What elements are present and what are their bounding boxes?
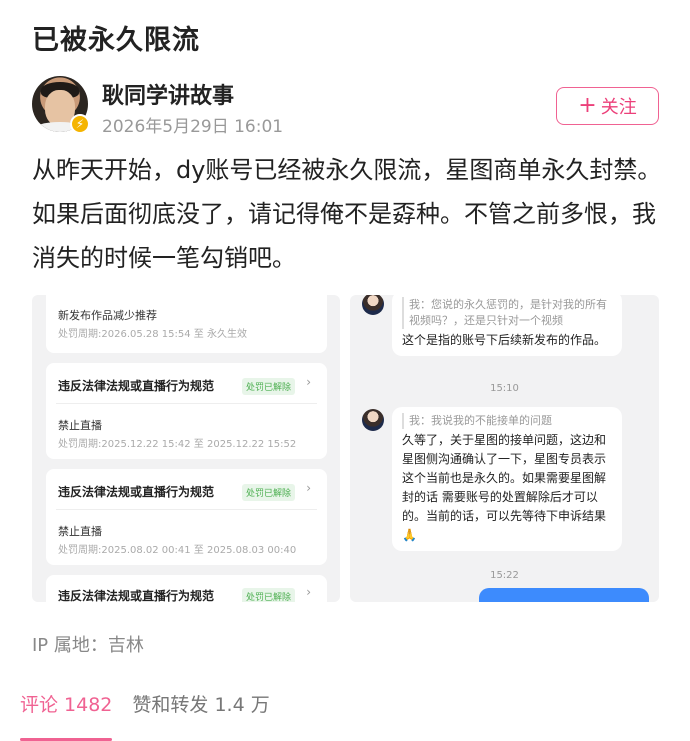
penalty-card-top: 新发布作品减少推荐 处罚周期:2026.05.28 15:54 至 永久生效	[46, 295, 327, 353]
divider	[56, 403, 317, 404]
screenshot-support-chat[interactable]: 我：您说的永久惩罚的，是针对我的所有视频吗？，还是只针对一个视频 这个是指的账号…	[350, 295, 659, 602]
penalty-card: 违反法律法规或直播行为规范 处罚已解除 › 禁止直播 处罚周期:2025.08.…	[46, 469, 327, 565]
follow-label: 关注	[600, 97, 637, 118]
penalty-title: 违反法律法规或直播行为规范	[58, 485, 215, 499]
divider	[56, 509, 317, 510]
tab-comments[interactable]: 评论 1482	[20, 690, 113, 741]
status-badge: 处罚已解除	[241, 378, 295, 395]
chat-timestamp: 15:22	[490, 570, 519, 581]
quoted-message: 我：您说的永久惩罚的，是针对我的所有视频吗？，还是只针对一个视频	[402, 297, 612, 329]
penalty-card: 违反法律法规或直播行为规范 处罚已解除 › 禁止直播 处罚周期:2025.12.…	[46, 363, 327, 459]
quoted-message: 我：我说我的不能接单的问题	[402, 413, 612, 429]
penalty-title: 违反法律法规或直播行为规范	[58, 589, 215, 602]
ip-location: IP 属地：吉林	[32, 635, 144, 656]
chat-timestamp: 15:10	[490, 383, 519, 394]
status-badge: 处罚已解除	[241, 484, 295, 501]
penalty-title: 违反法律法规或直播行为规范	[58, 379, 215, 393]
post-time: 2026年5月29日 16:01	[102, 117, 284, 137]
follow-button[interactable]: + 关注	[556, 87, 659, 125]
chevron-right-icon[interactable]: ›	[306, 375, 311, 389]
penalty-item: 新发布作品减少推荐	[58, 309, 157, 322]
chevron-right-icon[interactable]: ›	[306, 481, 311, 495]
plus-icon: +	[578, 93, 597, 118]
penalty-card: 违反法律法规或直播行为规范 处罚已解除 ›	[46, 575, 327, 602]
chat-bubble: 我：我说我的不能接单的问题 久等了，关于星图的接单问题，这边和星图侧沟通确认了一…	[392, 407, 622, 551]
penalty-period: 处罚周期:2025.12.22 15:42 至 2025.12.22 15:52	[58, 439, 297, 450]
post-page: 已被永久限流 ⚡ 耿同学讲故事 2026年5月29日 16:01 + 关注 从昨…	[0, 0, 690, 741]
agent-avatar	[362, 295, 384, 315]
tab-likes-reposts[interactable]: 赞和转发 1.4 万	[132, 690, 269, 727]
penalty-period: 处罚周期:2026.05.28 15:54 至 永久生效	[58, 329, 247, 340]
screenshot-penalty-list[interactable]: 新发布作品减少推荐 处罚周期:2026.05.28 15:54 至 永久生效 违…	[32, 295, 340, 602]
reply-text: 这个是指的账号下后续新发布的作品。	[402, 333, 607, 347]
post-content: 从昨天开始，dy账号已经被永久限流，星图商单永久封禁。如果后面彻底没了，请记得俺…	[32, 156, 662, 272]
tab-bar: 评论 1482 赞和转发 1.4 万	[20, 690, 270, 741]
penalty-period: 处罚周期:2025.08.02 00:41 至 2025.08.03 00:40	[58, 545, 297, 556]
penalty-item: 禁止直播	[58, 525, 102, 538]
outgoing-message-bubble	[479, 588, 649, 602]
status-badge: 处罚已解除	[241, 588, 295, 602]
reply-text: 久等了，关于星图的接单问题，这边和星图侧沟通确认了一下，星图专员表示这个当前也是…	[402, 433, 607, 542]
chevron-right-icon[interactable]: ›	[306, 585, 311, 599]
author-name[interactable]: 耿同学讲故事	[102, 78, 234, 110]
page-title: 已被永久限流	[32, 25, 200, 56]
lightning-icon: ⚡	[70, 114, 90, 134]
chat-bubble: 我：您说的永久惩罚的，是针对我的所有视频吗？，还是只针对一个视频 这个是指的账号…	[392, 295, 622, 356]
penalty-item: 禁止直播	[58, 419, 102, 432]
agent-avatar	[362, 409, 384, 431]
